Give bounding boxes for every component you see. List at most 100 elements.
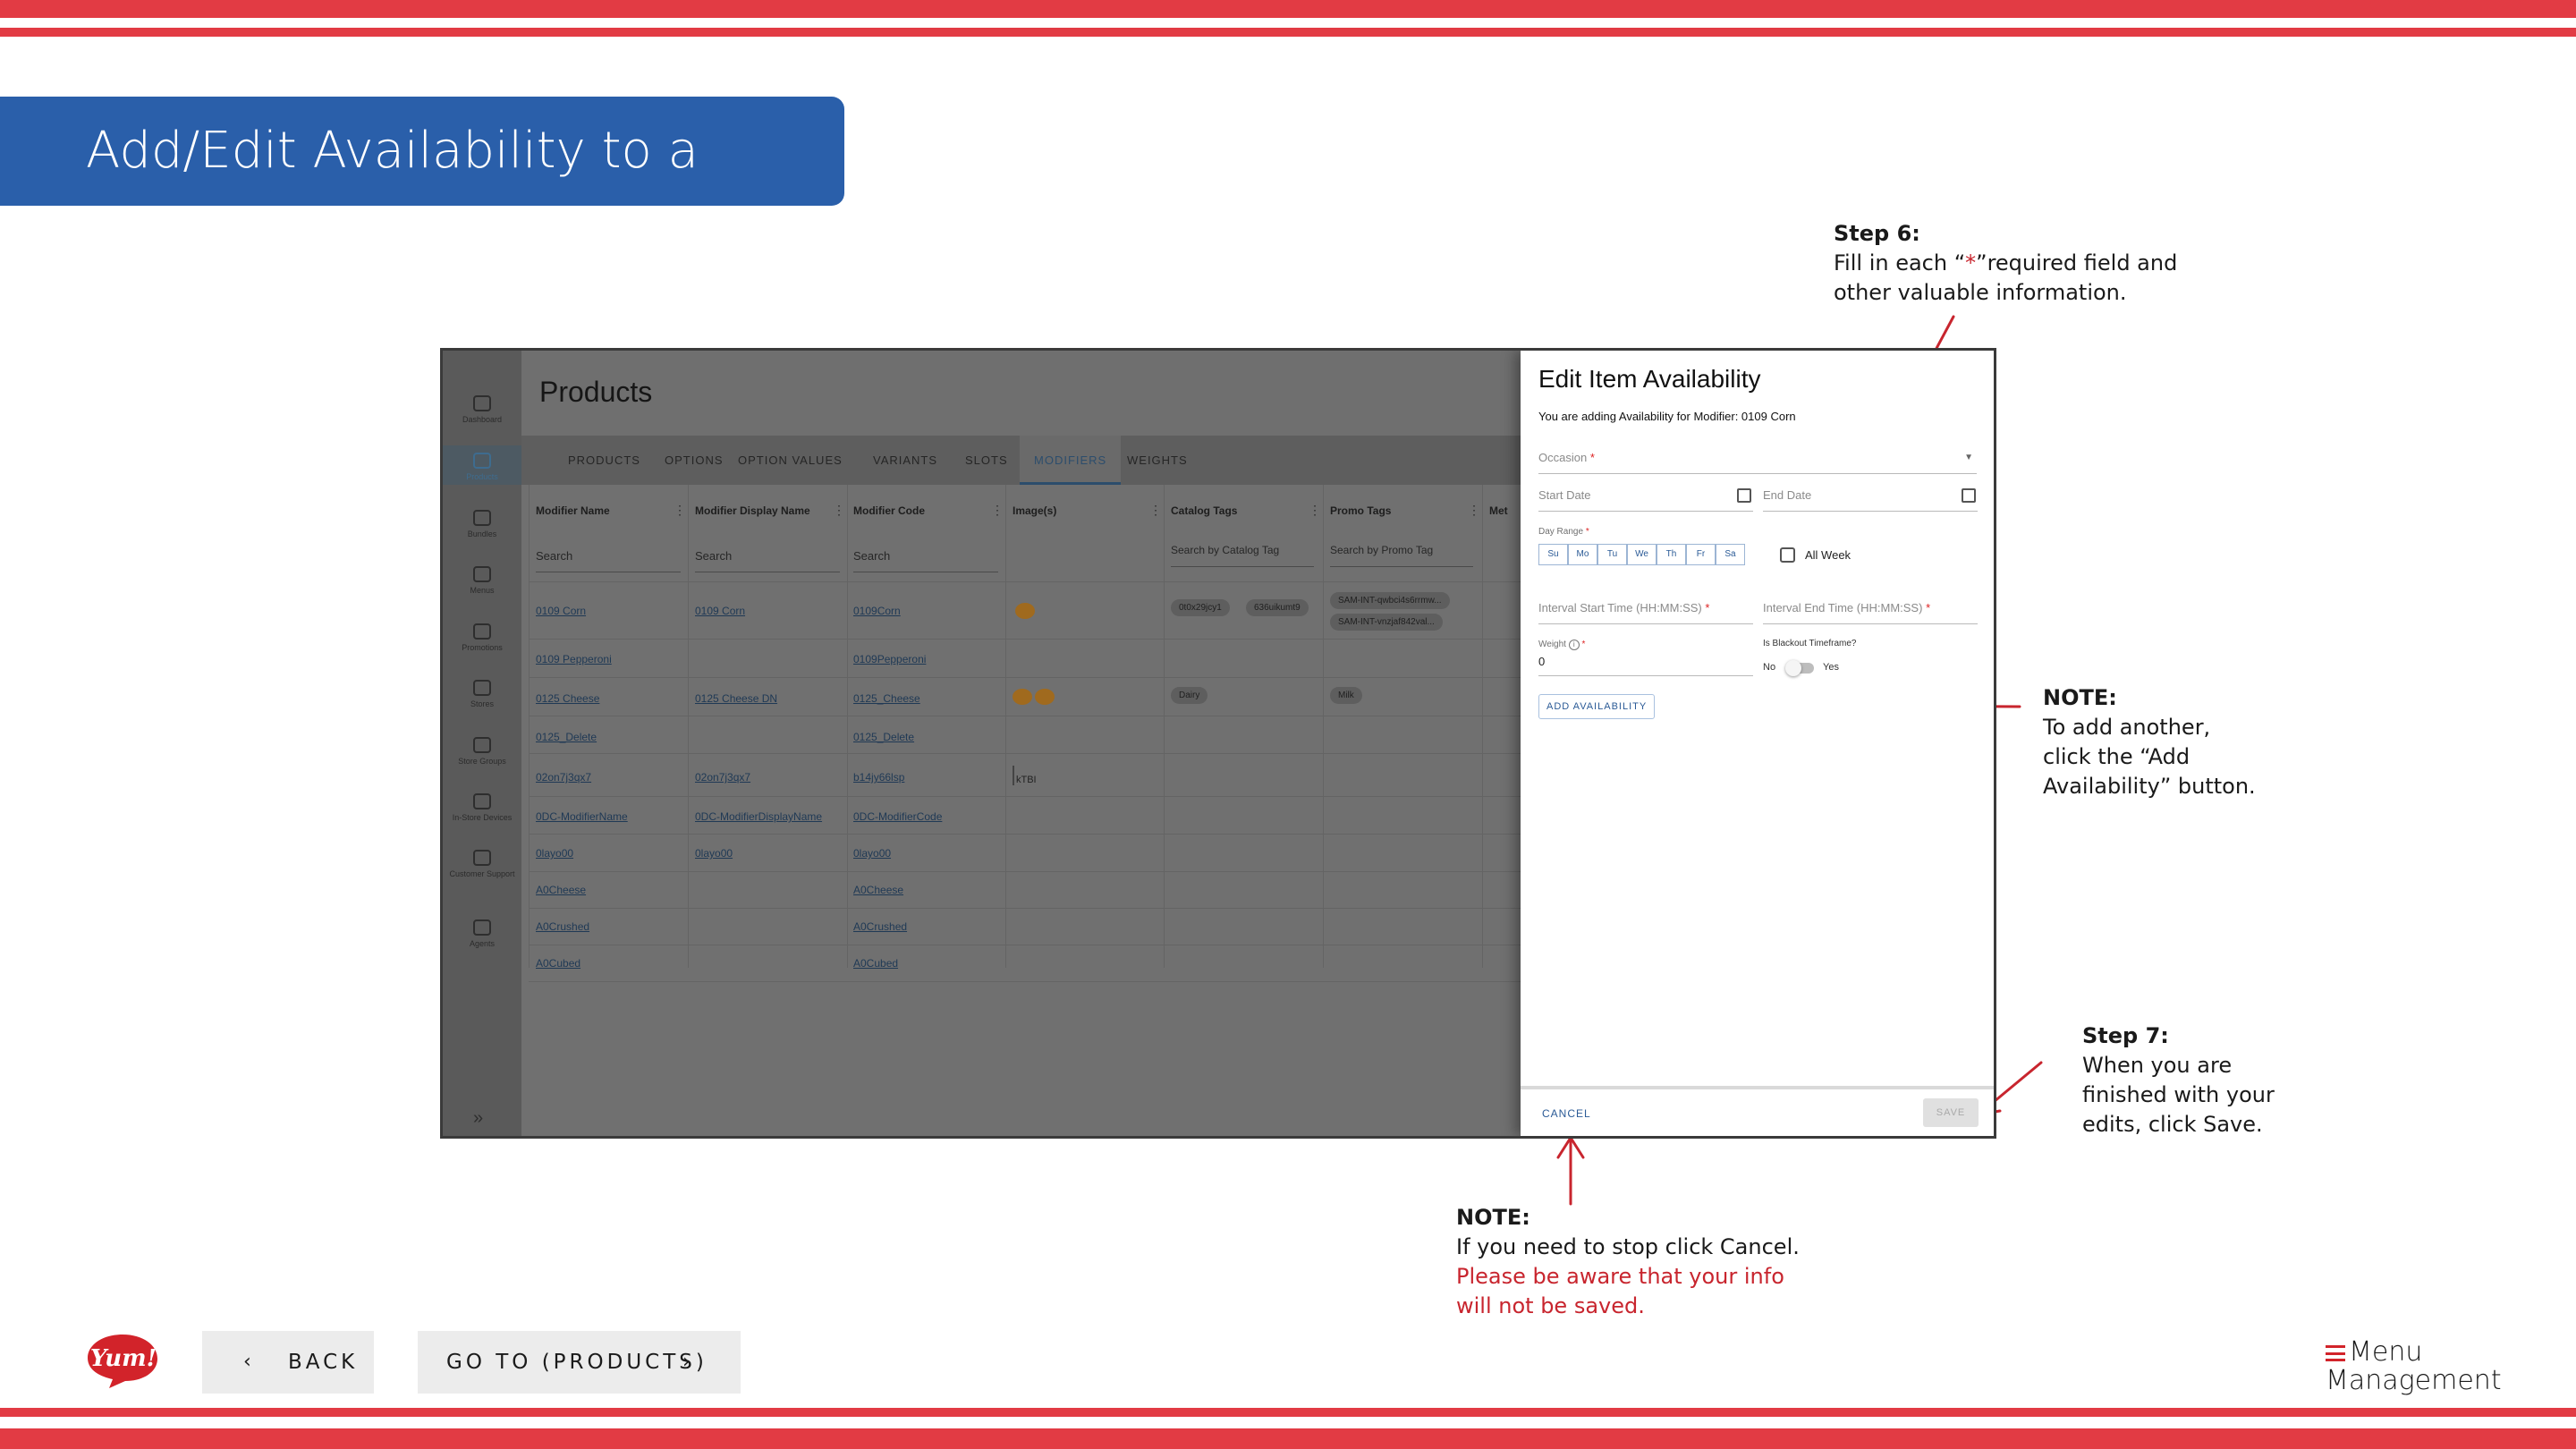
cheese-thumbnail [1035, 689, 1055, 705]
go-to-products-button[interactable]: GO TO (PRODUCTS) › [418, 1331, 741, 1394]
calendar-icon[interactable] [1737, 488, 1751, 503]
column-header[interactable]: Image(s) [1013, 504, 1056, 517]
store-icon [473, 680, 491, 696]
modifier-name-link[interactable]: 0125 Cheese [536, 692, 599, 705]
day-toggle-sunday[interactable]: Su [1538, 544, 1568, 565]
corn-thumbnail [1015, 603, 1035, 619]
end-date-label: End Date [1763, 488, 1812, 502]
column-header[interactable]: Catalog Tags [1171, 504, 1237, 517]
nav-menus[interactable]: Menus [443, 566, 521, 595]
nav-label: Menus [470, 586, 495, 595]
note1-line: To add another, [2043, 715, 2211, 740]
modifier-name-link[interactable]: 0DC-ModifierName [536, 810, 628, 823]
modifier-name-link[interactable]: 0layo00 [536, 847, 573, 860]
yes-label: Yes [1823, 662, 1839, 673]
tab-options[interactable]: OPTIONS [656, 436, 733, 485]
blackout-toggle[interactable] [1785, 660, 1814, 676]
column-header[interactable]: Modifier Code [853, 504, 925, 517]
tab-weights[interactable]: WEIGHTS [1118, 436, 1197, 485]
column-menu-icon[interactable]: ⋮ [1149, 503, 1162, 518]
add-availability-button[interactable]: ADD AVAILABILITY [1538, 694, 1656, 719]
nav-in-store-devices[interactable]: In-Store Devices [443, 793, 521, 822]
column-menu-icon[interactable]: ⋮ [674, 503, 686, 518]
modifier-name-link[interactable]: A0Cheese [536, 884, 586, 896]
catalog-tag-chip: 0t0x29jcy1 [1171, 599, 1230, 616]
tab-slots[interactable]: SLOTS [956, 436, 1017, 485]
all-week-checkbox[interactable] [1780, 547, 1795, 563]
start-date-field[interactable]: Start Date [1538, 488, 1753, 512]
modifier-name-link[interactable]: A0Cubed [536, 957, 580, 970]
day-toggle-friday[interactable]: Fr [1686, 544, 1716, 565]
modifier-code-link[interactable]: b14jy66lsp [853, 771, 904, 784]
search-input[interactable]: Search [536, 549, 681, 572]
search-input[interactable]: Search [853, 549, 998, 572]
tab-modifiers[interactable]: MODIFIERS [1020, 436, 1122, 485]
modifier-code-link[interactable]: 0125_Cheese [853, 692, 920, 705]
modifier-name-link[interactable]: 0109 Pepperoni [536, 653, 612, 665]
modifier-name-link[interactable]: A0Crushed [536, 920, 589, 933]
modifier-display-link[interactable]: 0layo00 [695, 847, 733, 860]
modifier-name-link[interactable]: 0109 Corn [536, 605, 586, 617]
nav-promotions[interactable]: Promotions [443, 623, 521, 652]
column-header[interactable]: Promo Tags [1330, 504, 1391, 517]
interval-start-field[interactable]: Interval Start Time (HH:MM:SS) * [1538, 601, 1753, 624]
bottom-stripe-1 [0, 1408, 2576, 1417]
modifier-name-link[interactable]: 02on7j3qx7 [536, 771, 591, 784]
modifier-display-link[interactable]: 0109 Corn [695, 605, 745, 617]
go-to-label: GO TO (PRODUCTS) [446, 1351, 708, 1374]
nav-label: Promotions [462, 643, 503, 652]
column-menu-icon[interactable]: ⋮ [833, 503, 845, 518]
interval-end-field[interactable]: Interval End Time (HH:MM:SS) * [1763, 601, 1978, 624]
promo-tag-chip: Milk [1330, 687, 1362, 704]
day-toggle-saturday[interactable]: Sa [1716, 544, 1745, 565]
save-button[interactable]: SAVE [1923, 1098, 1979, 1127]
step7-annotation: Step 7: When you are finished with your … [2082, 1021, 2275, 1140]
nav-store-groups[interactable]: Store Groups [443, 737, 521, 766]
tab-products[interactable]: PRODUCTS [559, 436, 649, 485]
nav-customer-support[interactable]: Customer Support [443, 850, 521, 878]
nav-dashboard[interactable]: Dashboard [443, 395, 521, 424]
modifier-code-link[interactable]: 0DC-ModifierCode [853, 810, 942, 823]
modifier-name-link[interactable]: 0125_Delete [536, 731, 597, 743]
occasion-select[interactable]: Occasion * ▼ [1538, 451, 1977, 474]
catalog-tag-search[interactable]: Search by Catalog Tag [1171, 544, 1314, 567]
nav-products[interactable]: Products [443, 445, 521, 485]
tab-variants[interactable]: VARIANTS [864, 436, 946, 485]
promo-tag-search[interactable]: Search by Promo Tag [1330, 544, 1473, 567]
yum-logo-text: Yum! [89, 1345, 157, 1372]
modifier-code-link[interactable]: 0109Pepperoni [853, 653, 926, 665]
day-toggle-thursday[interactable]: Th [1657, 544, 1686, 565]
tab-option-values[interactable]: OPTION VALUES [729, 436, 852, 485]
calendar-icon[interactable] [1962, 488, 1976, 503]
modifier-code-link[interactable]: 0109Corn [853, 605, 901, 617]
modifier-code-link[interactable]: A0Cubed [853, 957, 898, 970]
nav-label: Products [466, 472, 498, 481]
modifier-display-link[interactable]: 0125 Cheese DN [695, 692, 777, 705]
modifier-display-link[interactable]: 0DC-ModifierDisplayName [695, 810, 822, 823]
modifier-display-link[interactable]: 02on7j3qx7 [695, 771, 750, 784]
end-date-field[interactable]: End Date [1763, 488, 1978, 512]
column-header[interactable]: Modifier Name [536, 504, 610, 517]
day-toggle-monday[interactable]: Mo [1568, 544, 1597, 565]
column-menu-icon[interactable]: ⋮ [1468, 503, 1480, 518]
search-input[interactable]: Search [695, 549, 840, 572]
nav-agents[interactable]: Agents [443, 919, 521, 948]
modifier-code-link[interactable]: A0Crushed [853, 920, 907, 933]
day-toggle-tuesday[interactable]: Tu [1597, 544, 1627, 565]
day-toggle-wednesday[interactable]: We [1627, 544, 1657, 565]
column-menu-icon[interactable]: ⋮ [991, 503, 1004, 518]
back-button[interactable]: ‹ BACK [202, 1331, 374, 1394]
tag-icon [473, 623, 491, 640]
column-header[interactable]: Modifier Display Name [695, 504, 810, 517]
modifier-code-link[interactable]: 0layo00 [853, 847, 891, 860]
nav-bundles[interactable]: Bundles [443, 510, 521, 538]
modifier-code-link[interactable]: 0125_Delete [853, 731, 914, 743]
weight-input[interactable]: 0 [1538, 653, 1753, 676]
column-header[interactable]: Met [1489, 504, 1508, 517]
cancel-button[interactable]: CANCEL [1542, 1107, 1591, 1120]
column-menu-icon[interactable]: ⋮ [1309, 503, 1321, 518]
modifier-code-link[interactable]: A0Cheese [853, 884, 903, 896]
step6-text-a: Fill in each “ [1834, 250, 1966, 275]
nav-stores[interactable]: Stores [443, 680, 521, 708]
expand-icon[interactable]: » [473, 1108, 483, 1129]
